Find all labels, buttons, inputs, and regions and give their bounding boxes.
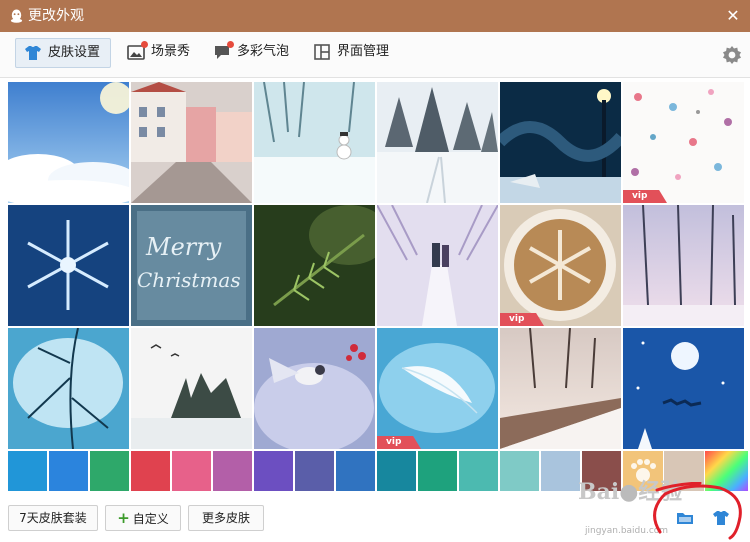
skin-thumb-lake-birds[interactable] [131, 328, 252, 449]
skin-thumb-bird-berries[interactable] [254, 328, 375, 449]
skin-thumb-winter-trees[interactable] [623, 205, 744, 326]
tab-colorful-bubbles[interactable]: 多彩气泡 [205, 38, 297, 66]
skin-thumb-snowy-street[interactable] [131, 82, 252, 203]
tab-label: 界面管理 [337, 44, 390, 59]
color-swatch[interactable] [500, 451, 539, 491]
skin-thumb-merry-christmas[interactable]: Merry Christmas [131, 205, 252, 326]
custom-button[interactable]: + 自定义 [105, 505, 181, 531]
color-swatch[interactable] [49, 451, 88, 491]
title-bar: 更改外观 ✕ [0, 0, 750, 32]
new-badge [227, 41, 234, 48]
tab-label: 皮肤设置 [48, 45, 101, 60]
skin-thumb-night-lamp[interactable] [500, 82, 621, 203]
color-swatch[interactable] [336, 451, 375, 491]
tab-scene-show[interactable]: 场景秀 [119, 38, 199, 66]
color-swatch[interactable] [541, 451, 580, 491]
tab-skin-settings[interactable]: 皮肤设置 [15, 38, 111, 68]
seven-day-skin-suite-button[interactable]: 7天皮肤套装 [8, 505, 98, 531]
color-swatch[interactable] [90, 451, 129, 491]
tab-label: 多彩气泡 [237, 44, 290, 59]
plus-icon: + [117, 509, 130, 527]
more-skins-button[interactable]: 更多皮肤 [188, 505, 264, 531]
layout-icon [314, 44, 330, 60]
color-swatch[interactable] [213, 451, 252, 491]
skin-thumb-flower-pattern[interactable]: vip [623, 82, 744, 203]
svg-text:Merry: Merry [145, 233, 222, 261]
close-button[interactable]: ✕ [722, 5, 744, 27]
color-swatch[interactable] [295, 451, 334, 491]
color-swatch[interactable] [418, 451, 457, 491]
window-title: 更改外观 [28, 8, 84, 24]
qq-penguin-icon [10, 9, 23, 23]
skin-thumb-pine-branch[interactable] [254, 205, 375, 326]
custom-label: 自定义 [132, 512, 169, 526]
skin-thumb-couple-walk[interactable] [377, 205, 498, 326]
svg-text:Christmas: Christmas [137, 268, 241, 292]
red-annotation-circle [653, 482, 742, 540]
skin-thumb-icy-branch[interactable] [8, 328, 129, 449]
paw-logo: ● [619, 479, 639, 505]
skin-thumb-snowman[interactable] [254, 82, 375, 203]
gear-icon[interactable] [722, 45, 742, 65]
tshirt-icon [25, 46, 41, 60]
toolbar: 皮肤设置 场景秀 多彩气泡 界面管理 [0, 32, 750, 78]
skin-thumb-latte-snowflake[interactable]: vip [500, 205, 621, 326]
color-swatch[interactable] [172, 451, 211, 491]
color-swatch[interactable] [459, 451, 498, 491]
color-swatch[interactable] [131, 451, 170, 491]
skin-thumb-sky-clouds[interactable] [8, 82, 129, 203]
new-badge [141, 41, 148, 48]
skin-thumb-snowflake-blue[interactable] [8, 205, 129, 326]
skin-thumb-snow-bridge[interactable] [500, 328, 621, 449]
skin-thumb-white-feather[interactable]: vip [377, 328, 498, 449]
skin-thumb-moon-reindeer[interactable] [623, 328, 744, 449]
color-swatch[interactable] [254, 451, 293, 491]
tab-interface-management[interactable]: 界面管理 [305, 38, 399, 66]
color-swatch[interactable] [8, 451, 47, 491]
tab-label: 场景秀 [151, 44, 191, 59]
skin-thumb-snowy-forest[interactable] [377, 82, 498, 203]
color-swatch[interactable] [377, 451, 416, 491]
